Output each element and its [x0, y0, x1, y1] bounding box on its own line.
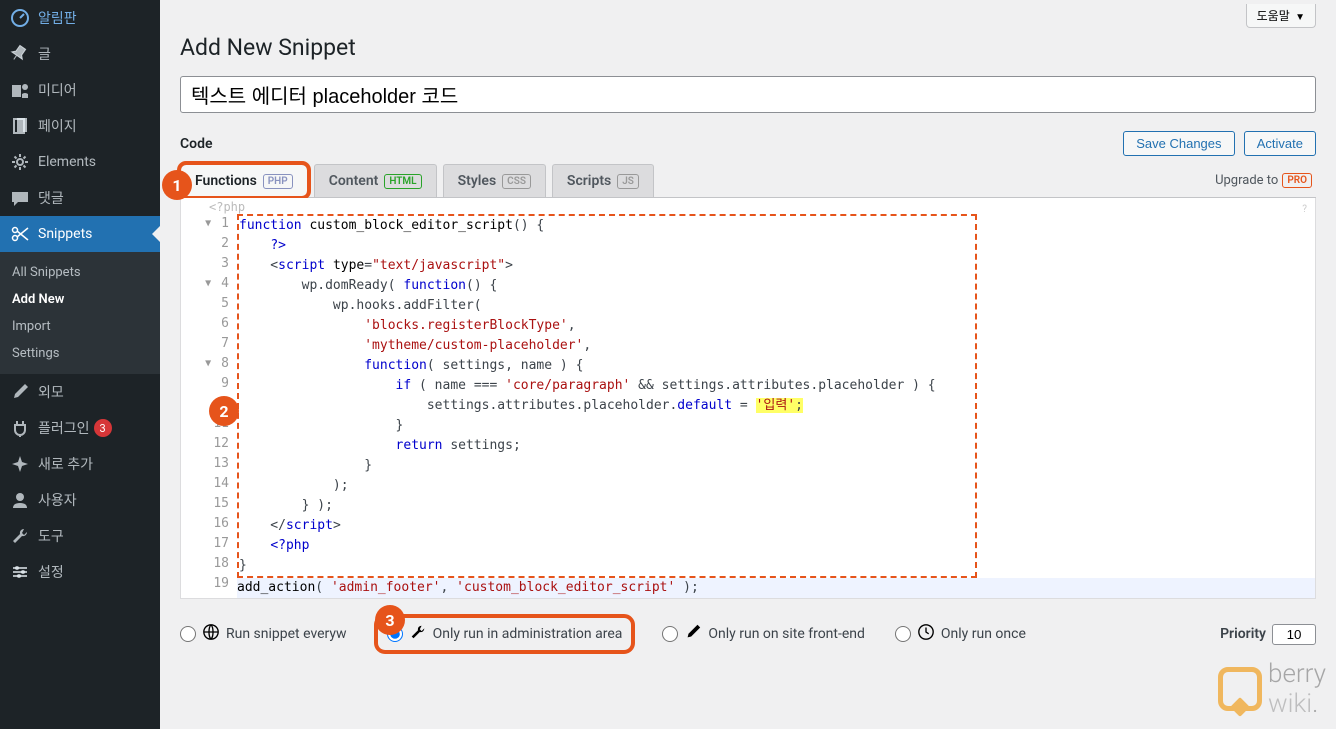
sidebar-item-appearance[interactable]: 외모: [0, 374, 160, 410]
scissors-icon: [10, 224, 30, 244]
wrench-icon: [10, 526, 30, 546]
sidebar-item-label: 미디어: [38, 80, 77, 100]
tab-scripts[interactable]: Scripts JS: [552, 164, 654, 197]
sidebar-submenu: All Snippets Add New Import Settings: [0, 252, 160, 374]
sidebar-item-media[interactable]: 미디어: [0, 72, 160, 108]
tab-styles[interactable]: Styles CSS: [443, 164, 546, 197]
sidebar-item-posts[interactable]: 글: [0, 36, 160, 72]
activate-button[interactable]: Activate: [1244, 131, 1316, 156]
sidebar-item-dashboard[interactable]: 알림판: [0, 0, 160, 36]
admin-sidebar: 알림판 글 미디어 페이지 Elements 댓글 Snippets All S…: [0, 0, 160, 729]
dashboard-icon: [10, 8, 30, 28]
page-title: Add New Snippet: [180, 34, 1316, 61]
sidebar-item-snippets[interactable]: Snippets: [0, 216, 160, 252]
brush-icon: [10, 382, 30, 402]
tab-functions[interactable]: Functions PHP: [180, 164, 308, 197]
sidebar-item-pages[interactable]: 페이지: [0, 108, 160, 144]
update-badge: 3: [94, 419, 112, 437]
save-button[interactable]: Save Changes: [1123, 131, 1234, 156]
priority-field: Priority: [1220, 624, 1316, 645]
sidebar-item-add-new[interactable]: 새로 추가: [0, 446, 160, 482]
sidebar-item-settings[interactable]: 설정: [0, 554, 160, 590]
watermark-icon: [1218, 667, 1262, 711]
sparkle-icon: [10, 454, 30, 474]
page-icon: [10, 116, 30, 136]
sidebar-item-label: 알림판: [38, 8, 77, 28]
upgrade-link[interactable]: Upgrade to PRO: [1215, 173, 1316, 188]
tab-content[interactable]: Content HTML: [314, 164, 437, 197]
run-admin-option[interactable]: Only run in administration area: [377, 617, 633, 651]
user-icon: [10, 490, 30, 510]
code-editor[interactable]: ? <?php 2 ▼123▼4567▼89111213141516171819…: [180, 198, 1316, 599]
js-chip: JS: [617, 174, 639, 189]
php-open-tag: <?php: [181, 198, 1315, 214]
annotation-balloon-2: 2: [209, 396, 239, 426]
sidebar-item-label: 글: [38, 44, 51, 64]
sidebar-item-label: Snippets: [38, 226, 92, 242]
sidebar-item-label: Elements: [38, 154, 96, 170]
sidebar-item-label: 설정: [38, 562, 64, 582]
help-toggle[interactable]: 도움말 ▼: [1246, 4, 1316, 28]
sidebar-item-label: 새로 추가: [38, 454, 93, 474]
sliders-icon: [10, 562, 30, 582]
annotation-balloon-3: 3: [375, 605, 405, 635]
sidebar-item-elements[interactable]: Elements: [0, 144, 160, 180]
gear-icon: [10, 152, 30, 172]
css-chip: CSS: [502, 174, 531, 189]
wrench-icon: [409, 623, 427, 645]
snippet-title-input[interactable]: [180, 76, 1316, 113]
pro-chip: PRO: [1282, 173, 1312, 188]
submenu-settings[interactable]: Settings: [0, 340, 160, 367]
run-frontend-option[interactable]: Only run on site front-end: [662, 623, 865, 645]
clock-icon: [917, 623, 935, 645]
comment-icon: [10, 188, 30, 208]
plug-icon: [10, 418, 30, 438]
annotation-balloon-1: 1: [162, 170, 192, 200]
sidebar-item-users[interactable]: 사용자: [0, 482, 160, 518]
submenu-import[interactable]: Import: [0, 313, 160, 340]
code-body[interactable]: function custom_block_editor_script() { …: [237, 214, 1315, 598]
submenu-all-snippets[interactable]: All Snippets: [0, 259, 160, 286]
frontend-icon: [684, 623, 702, 645]
submenu-add-new[interactable]: Add New: [0, 286, 160, 313]
sidebar-item-label: 외모: [38, 382, 64, 402]
sidebar-item-label: 플러그인: [38, 418, 90, 438]
globe-icon: [202, 623, 220, 645]
chevron-down-icon: ▼: [1295, 12, 1305, 23]
priority-input[interactable]: [1272, 624, 1316, 645]
run-once-option[interactable]: Only run once: [895, 623, 1026, 645]
run-options-row: Run snippet everyw 3 Only run in adminis…: [180, 599, 1316, 651]
media-icon: [10, 80, 30, 100]
main-content: 도움말 ▼ Add New Snippet Code Save Changes …: [160, 0, 1336, 729]
run-everywhere-option[interactable]: Run snippet everyw: [180, 623, 347, 645]
sidebar-item-tools[interactable]: 도구: [0, 518, 160, 554]
sidebar-item-plugins[interactable]: 플러그인 3: [0, 410, 160, 446]
watermark: berry wiki.: [1218, 659, 1326, 719]
sidebar-item-label: 도구: [38, 526, 64, 546]
sidebar-item-comments[interactable]: 댓글: [0, 180, 160, 216]
php-chip: PHP: [263, 174, 293, 189]
sidebar-item-label: 페이지: [38, 116, 77, 136]
code-section-title: Code: [180, 136, 213, 152]
sidebar-item-label: 댓글: [38, 188, 64, 208]
sidebar-item-label: 사용자: [38, 490, 77, 510]
html-chip: HTML: [384, 174, 421, 189]
pin-icon: [10, 44, 30, 64]
